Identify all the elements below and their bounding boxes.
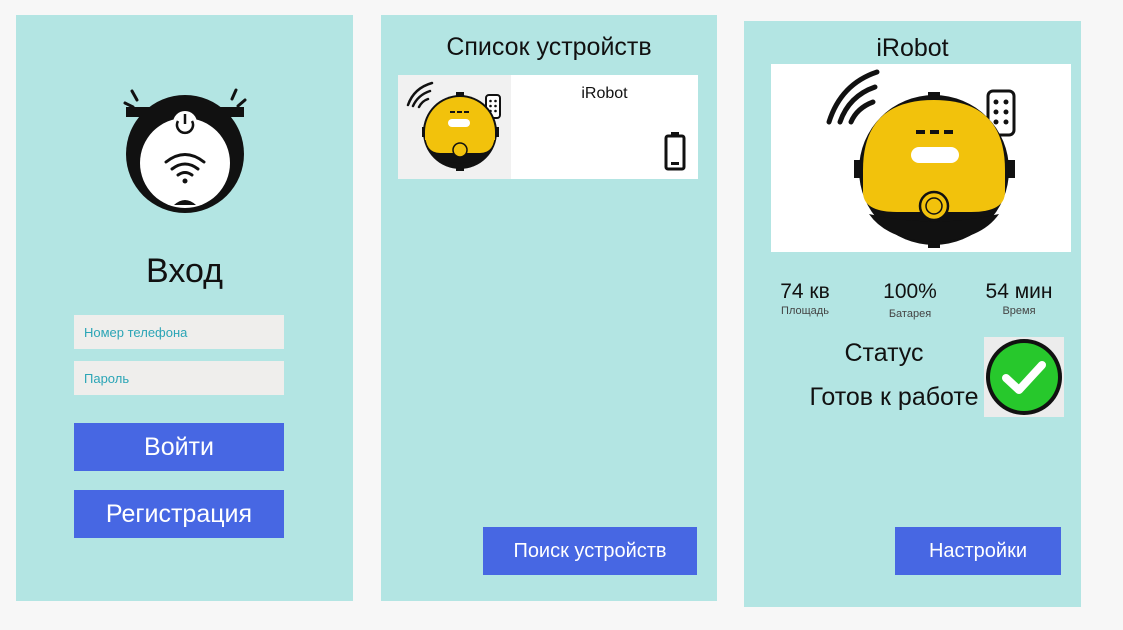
robot-image [771,64,1071,252]
page-title: Список устройств [446,33,652,61]
status-title: Статус [844,339,924,367]
login-button[interactable]: Войти [74,423,284,471]
check-circle-icon [986,339,1062,415]
status-text: Готов к работе [809,383,979,411]
device-list-screen: Список устройств iRobot Поиск устройств [381,15,717,601]
stat-time-value: 54 мин [985,280,1053,303]
page-title: iRobot [876,34,949,62]
stat-battery-label: Батарея [888,308,932,320]
device-thumbnail [398,75,511,179]
device-detail-screen: iRobot 74 кв Площадь 100% Батарея 54 мин… [744,21,1081,607]
battery-icon [664,132,686,171]
stat-time-label: Время [1002,305,1036,317]
device-name: iRobot [581,85,628,102]
robot-vacuum-icon [826,69,1016,248]
device-list-item[interactable]: iRobot [398,75,698,179]
register-button[interactable]: Регистрация [74,490,284,538]
robot-vacuum-icon [406,81,501,171]
password-input[interactable] [74,361,284,395]
status-badge [984,337,1064,417]
stat-area-label: Площадь [781,305,829,317]
stat-area: 74 кв Площадь [760,280,850,317]
stat-time: 54 мин Время [974,280,1064,317]
robot-vacuum-wifi-icon [123,88,247,213]
stat-battery: 100% Батарея [865,280,955,320]
stat-area-value: 74 кв [780,280,830,303]
search-devices-button[interactable]: Поиск устройств [483,527,697,575]
login-title: Вход [146,252,223,290]
settings-button[interactable]: Настройки [895,527,1061,575]
stat-battery-value: 100% [883,280,937,303]
phone-input[interactable] [74,315,284,349]
login-screen: Вход Войти Регистрация [16,15,353,601]
